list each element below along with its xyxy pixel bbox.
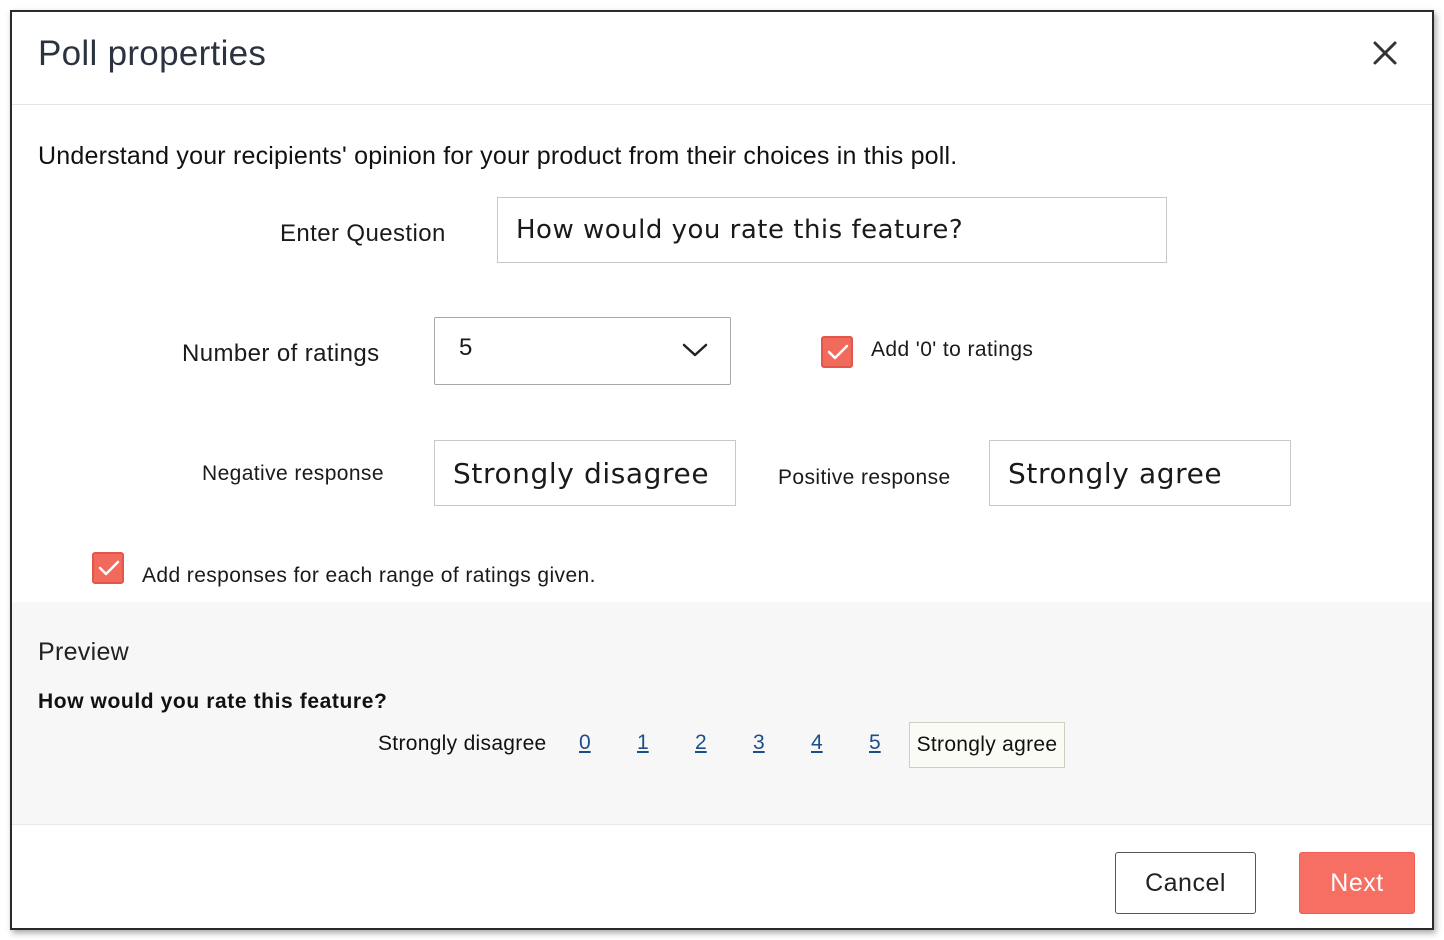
- positive-response-input[interactable]: Strongly agree: [989, 440, 1291, 506]
- close-button[interactable]: [1368, 36, 1402, 70]
- question-input[interactable]: How would you rate this feature?: [497, 197, 1167, 263]
- preview-rating-5[interactable]: 5: [869, 731, 881, 755]
- preview-rating-0[interactable]: 0: [579, 731, 591, 755]
- question-label: Enter Question: [280, 220, 446, 247]
- preview-negative-label: Strongly disagree: [378, 732, 547, 755]
- ratings-label: Number of ratings: [182, 340, 380, 367]
- intro-text: Understand your recipients' opinion for …: [38, 142, 958, 170]
- range-responses-label: Add responses for each range of ratings …: [142, 564, 596, 587]
- preview-panel: Preview How would you rate this feature?…: [12, 602, 1432, 825]
- cancel-button[interactable]: Cancel: [1115, 852, 1256, 914]
- add-zero-checkbox[interactable]: [821, 336, 853, 368]
- preview-question: How would you rate this feature?: [38, 690, 388, 713]
- preview-rating-2[interactable]: 2: [695, 731, 707, 755]
- preview-title: Preview: [38, 638, 130, 666]
- positive-response-label: Positive response: [778, 466, 951, 489]
- ratings-select[interactable]: 5: [434, 317, 731, 385]
- dialog-title: Poll properties: [38, 34, 267, 73]
- dialog-header: Poll properties: [12, 12, 1432, 105]
- poll-properties-dialog: Poll properties Understand your recipien…: [10, 10, 1434, 930]
- chevron-down-icon: [682, 342, 708, 363]
- preview-rating-1[interactable]: 1: [637, 731, 649, 755]
- negative-response-label: Negative response: [202, 462, 384, 485]
- preview-positive-label: Strongly agree: [909, 722, 1065, 768]
- close-icon: [1373, 41, 1397, 65]
- preview-rating-3[interactable]: 3: [753, 731, 765, 755]
- range-responses-checkbox[interactable]: [92, 552, 124, 584]
- ratings-selected-value: 5: [459, 334, 473, 361]
- preview-rating-4[interactable]: 4: [811, 731, 823, 755]
- negative-response-input[interactable]: Strongly disagree: [434, 440, 736, 506]
- add-zero-label: Add '0' to ratings: [871, 338, 1034, 361]
- next-button[interactable]: Next: [1299, 852, 1415, 914]
- checkmark-icon: [98, 560, 120, 576]
- checkmark-icon: [827, 344, 849, 360]
